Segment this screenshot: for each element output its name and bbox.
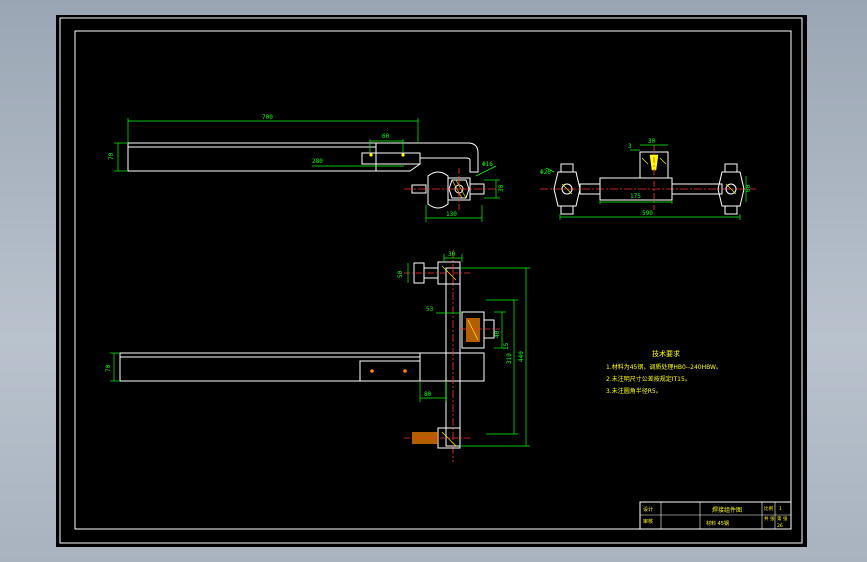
dim-front-310: 310 <box>506 353 513 364</box>
dim-side-phi: Φ26 <box>540 169 551 176</box>
tech-req-item-1: 1.材料为45钢，调质处理HB0--240HBW。 <box>606 363 722 371</box>
dim-front-15: 15 <box>503 342 510 350</box>
dim-top-280: 280 <box>312 158 323 165</box>
dim-side-30: 30 <box>648 138 656 145</box>
dim-front-80: 80 <box>424 391 432 398</box>
dim-side-60: 60 <box>745 184 752 192</box>
tb-scale-label: 比例 <box>764 505 773 512</box>
drawing-sheet <box>56 15 807 547</box>
dim-top-60: 60 <box>382 133 390 140</box>
tech-req-item-2: 2.未注明尺寸公差按规定IT15。 <box>606 375 691 383</box>
tb-sheet-number: 第 张 <box>777 515 788 522</box>
cad-viewport[interactable]: 700 60 280 70 Φ16 130 30 Φ26 30 3 175 59… <box>0 0 867 562</box>
dim-front-40: 40 <box>494 330 501 338</box>
tb-drawing-name: 焊接组件图 <box>712 506 742 514</box>
tech-req-title: 技术要求 <box>652 349 680 358</box>
dim-top-phi: Φ16 <box>482 161 493 168</box>
dim-front-height: 70 <box>105 364 112 372</box>
dim-top-height: 70 <box>108 152 115 160</box>
dim-front-440: 440 <box>518 351 525 362</box>
dim-front-left: 50 <box>397 270 404 278</box>
tech-req-item-3: 3.未注圆角半径R5。 <box>606 387 662 395</box>
bolt-hole-1 <box>369 153 373 157</box>
tb-scale-value: 1 <box>779 506 782 512</box>
tb-check: 审核 <box>643 518 653 525</box>
front-hole-2 <box>403 369 407 373</box>
dim-side-3: 3 <box>628 143 632 150</box>
cad-drawing-canvas[interactable]: 700 60 280 70 Φ16 130 30 Φ26 30 3 175 59… <box>0 0 867 562</box>
bolt-hole-2 <box>401 153 405 157</box>
tb-design: 设计 <box>643 506 653 513</box>
dim-top-overall: 700 <box>262 114 273 121</box>
dim-side-175: 175 <box>630 193 641 200</box>
dim-top-right: 30 <box>498 184 505 192</box>
dim-top-130: 130 <box>446 211 457 218</box>
dim-front-top: 30 <box>448 251 456 258</box>
tb-material: 材料 45钢 <box>706 520 729 527</box>
tb-code: 26 <box>777 523 783 529</box>
dim-side-590: 590 <box>642 210 653 217</box>
tb-sheet: 共 张 <box>764 515 775 522</box>
front-hole-1 <box>370 369 374 373</box>
dim-front-53: 53 <box>426 306 434 313</box>
